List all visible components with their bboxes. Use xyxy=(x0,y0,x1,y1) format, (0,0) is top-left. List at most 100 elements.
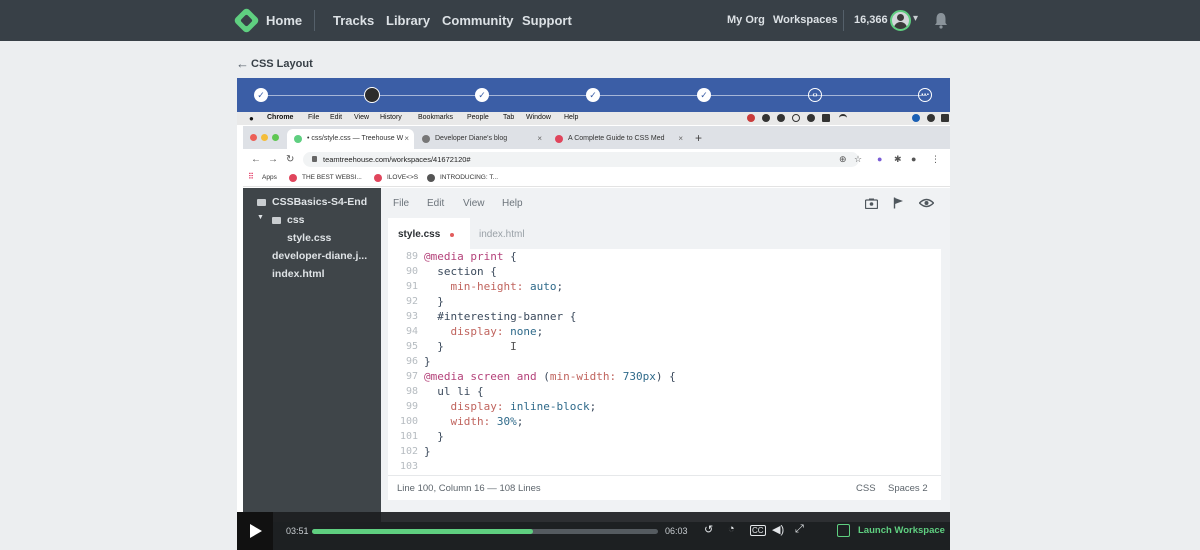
play-button[interactable] xyxy=(237,512,273,550)
line-number: 94 xyxy=(405,326,418,337)
step-code-icon[interactable]: ‹› xyxy=(808,88,822,102)
tray-icon xyxy=(777,114,785,122)
code-line: section { xyxy=(424,265,497,278)
close-window-icon[interactable] xyxy=(250,134,257,141)
nav-community[interactable]: Community xyxy=(442,13,514,28)
browser-tab-active[interactable]: • css/style.css — Treehouse W × xyxy=(287,129,414,149)
step-more-icon[interactable]: ⋯ xyxy=(918,88,932,102)
editor-tab-style-css[interactable]: style.css xyxy=(388,218,470,249)
code-line: } xyxy=(424,295,444,308)
step-completed-icon[interactable]: ✓ xyxy=(697,88,711,102)
tree-file-developer-diane[interactable]: developer-diane.j... xyxy=(272,250,367,262)
rewind-10-icon[interactable]: ↺ xyxy=(704,523,713,536)
apple-icon: ● xyxy=(249,114,254,123)
notification-bell-icon[interactable] xyxy=(934,12,948,29)
maximize-window-icon[interactable] xyxy=(272,134,279,141)
video-frame[interactable]: ● Chrome File Edit View History Bookmark… xyxy=(237,112,950,550)
seek-bar[interactable] xyxy=(312,529,658,534)
tray-icon xyxy=(927,114,935,122)
menu-help[interactable]: Help xyxy=(502,198,523,209)
new-tab-icon[interactable]: + xyxy=(695,131,702,145)
mac-menu-item: Chrome xyxy=(267,114,294,121)
bookmark-item[interactable]: INTRODUCING: T... xyxy=(440,174,498,181)
extension-icon[interactable]: ● xyxy=(877,154,882,164)
bookmark-item[interactable]: Apps xyxy=(262,174,277,181)
close-tab-icon[interactable]: × xyxy=(678,134,683,143)
line-number: 97 xyxy=(405,371,418,382)
line-number: 93 xyxy=(405,311,418,322)
browser-menu-icon[interactable]: ⋮ xyxy=(931,154,940,165)
minimize-window-icon[interactable] xyxy=(261,134,268,141)
close-tab-icon[interactable]: × xyxy=(537,134,542,143)
step-current-avatar[interactable] xyxy=(364,87,380,103)
line-number: 96 xyxy=(405,356,418,367)
reload-icon[interactable]: ↻ xyxy=(286,154,294,165)
code-line: width: 30%; xyxy=(450,415,524,428)
mac-menu-item: Window xyxy=(526,114,551,121)
back-icon[interactable]: ← xyxy=(251,154,261,165)
code-line: } xyxy=(424,430,444,443)
step-completed-icon[interactable]: ✓ xyxy=(475,88,489,102)
breadcrumb-title[interactable]: CSS Layout xyxy=(251,58,313,70)
menu-view[interactable]: View xyxy=(463,198,485,209)
nav-support[interactable]: Support xyxy=(522,13,572,28)
editor-tab-label: style.css xyxy=(398,229,441,240)
tree-folder-css[interactable]: css xyxy=(287,214,305,226)
indent-setting[interactable]: Spaces 2 xyxy=(888,483,928,494)
caret-down-icon[interactable]: ▼ xyxy=(257,214,264,221)
nav-tracks[interactable]: Tracks xyxy=(333,13,374,28)
tree-root-folder[interactable]: CSSBasics-S4-End xyxy=(272,196,367,208)
tree-file-index-html[interactable]: index.html xyxy=(272,268,325,280)
step-completed-icon[interactable]: ✓ xyxy=(586,88,600,102)
nav-my-org[interactable]: My Org xyxy=(727,14,765,26)
captions-icon[interactable]: CC xyxy=(750,525,766,536)
treehouse-logo-icon[interactable] xyxy=(233,7,260,34)
menu-file[interactable]: File xyxy=(393,198,409,209)
bookmark-item[interactable]: ILOVE<>S xyxy=(387,174,418,181)
language-mode[interactable]: CSS xyxy=(856,483,876,494)
nav-home[interactable]: Home xyxy=(266,13,302,28)
nav-library[interactable]: Library xyxy=(386,13,430,28)
fullscreen-icon[interactable]: ⤢ xyxy=(795,523,804,536)
browser-tab-label: A Complete Guide to CSS Med xyxy=(568,135,665,142)
code-line: @media screen and (min-width: 730px) { xyxy=(424,370,676,383)
code-line: min-height: auto; xyxy=(450,280,564,293)
chevron-down-icon[interactable]: ▾ xyxy=(913,13,918,24)
share-flag-icon[interactable] xyxy=(893,197,904,209)
code-line: } I xyxy=(424,340,517,353)
code-line: @media print { xyxy=(424,250,517,263)
snapshot-camera-icon[interactable] xyxy=(865,198,878,209)
zoom-icon[interactable]: ⊕ xyxy=(839,154,847,165)
line-number: 100 xyxy=(399,416,418,427)
tray-search-icon xyxy=(792,114,800,122)
preview-eye-icon[interactable] xyxy=(919,198,934,208)
browser-tab[interactable]: Developer Diane's blog × xyxy=(415,129,547,149)
code-line: } xyxy=(424,445,431,458)
menu-edit[interactable]: Edit xyxy=(427,198,444,209)
nav-workspaces[interactable]: Workspaces xyxy=(773,14,838,26)
back-arrow-icon[interactable]: ← xyxy=(236,56,249,71)
browser-window: • css/style.css — Treehouse W × Develope… xyxy=(243,126,950,550)
code-line: display: inline-block; xyxy=(450,400,597,413)
code-line: ul li { xyxy=(424,385,484,398)
close-tab-icon[interactable]: × xyxy=(404,134,409,143)
editor-tab-index-html[interactable]: index.html xyxy=(470,218,560,249)
bookmark-star-icon[interactable]: ☆ xyxy=(854,154,862,165)
address-bar-row: ← → ↻ teamtreehouse.com/workspaces/41672… xyxy=(243,149,950,170)
forward-icon[interactable]: → xyxy=(268,154,278,165)
launch-workspace-icon[interactable] xyxy=(837,524,850,537)
url-input[interactable]: teamtreehouse.com/workspaces/41672120# xyxy=(303,152,859,167)
extensions-puzzle-icon[interactable]: ✱ xyxy=(894,154,902,165)
tree-file-style-css[interactable]: style.css xyxy=(287,232,331,244)
tray-airplay-icon xyxy=(822,114,830,122)
tray-icon xyxy=(941,114,949,122)
speed-icon[interactable]: ◔ xyxy=(728,523,735,535)
browser-tab[interactable]: A Complete Guide to CSS Med × xyxy=(548,129,688,149)
step-completed-icon[interactable]: ✓ xyxy=(254,88,268,102)
user-avatar[interactable] xyxy=(890,10,911,31)
launch-workspace-button[interactable]: Launch Workspace xyxy=(858,525,945,536)
bookmark-item[interactable]: THE BEST WEBSI... xyxy=(302,174,362,181)
code-editor[interactable]: 89 90 91 92 93 94 95 96 97 98 99 100 101 102 103 @medi… xyxy=(388,249,941,475)
volume-icon[interactable]: ◀) xyxy=(772,523,784,536)
profile-icon[interactable]: ● xyxy=(911,154,916,164)
